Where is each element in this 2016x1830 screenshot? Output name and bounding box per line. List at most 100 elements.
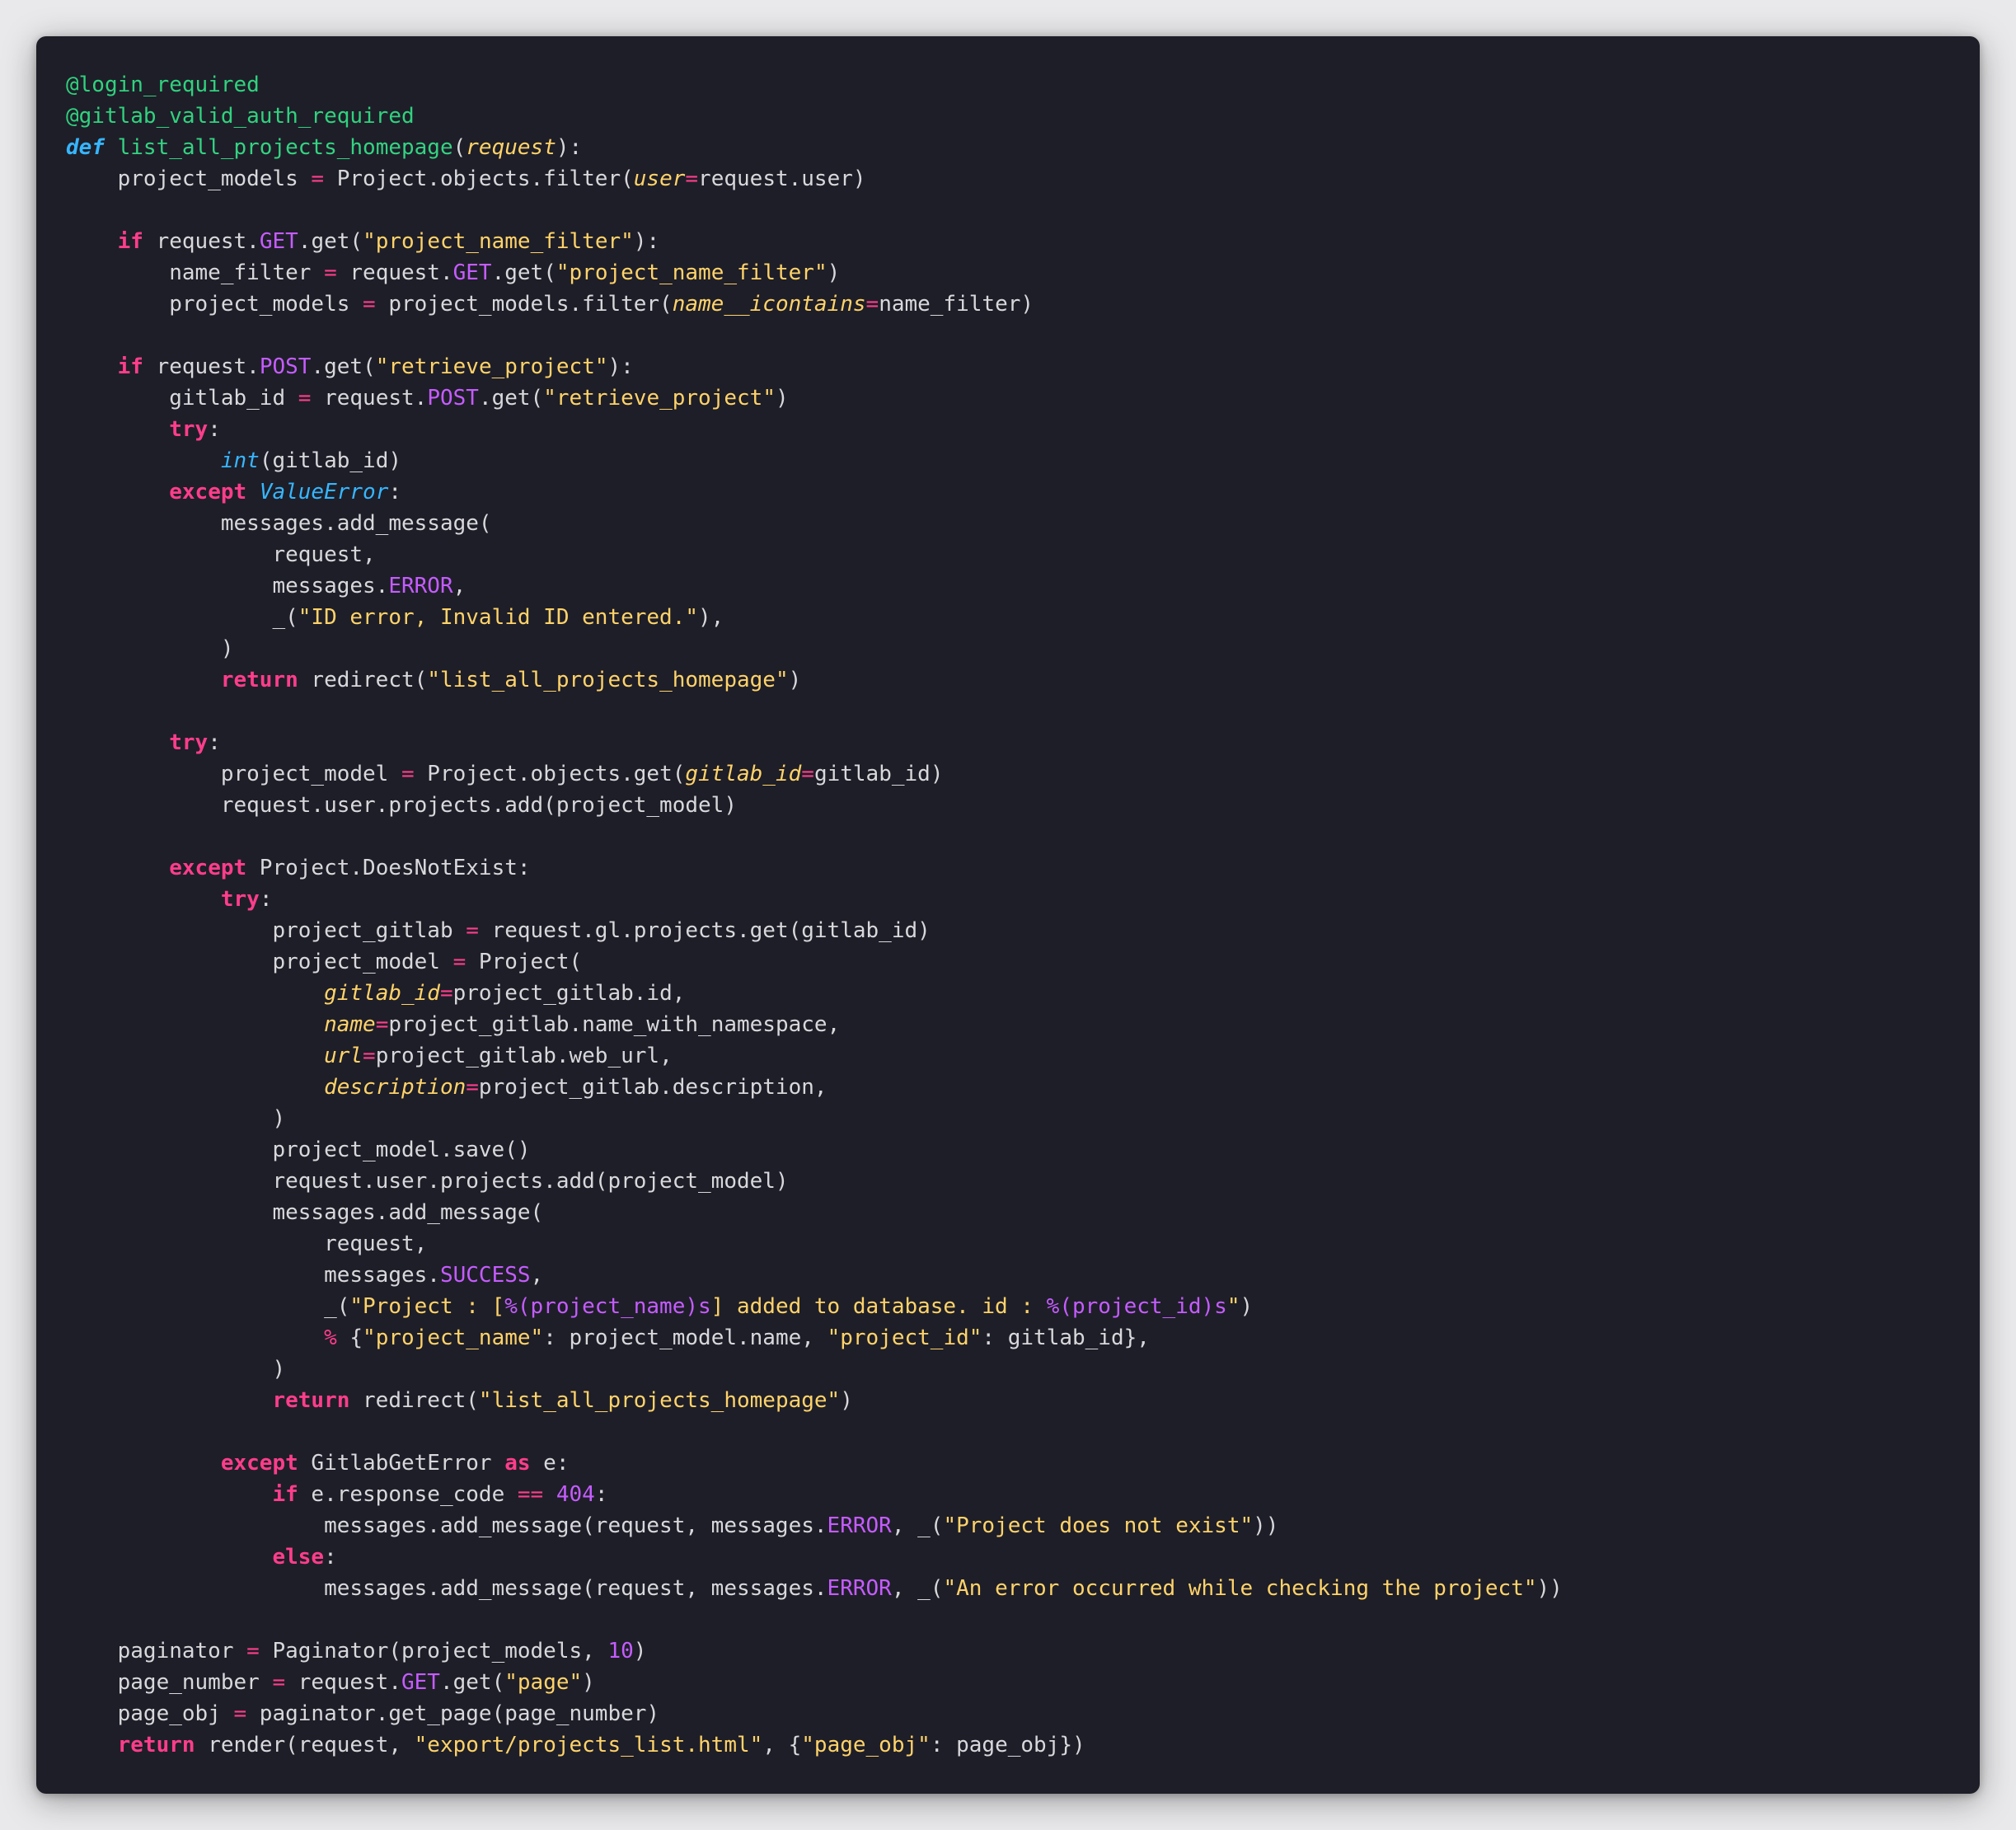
code-token: .get( [478,386,544,411]
code-token: %(project_name)s [504,1294,711,1319]
code-token: gitlab_id [685,762,802,786]
code-token: request.gl.projects.get(gitlab_id) [478,918,931,943]
code-token: if [272,1482,298,1507]
code-token: ERROR [827,1576,892,1601]
code-token: = [466,1075,479,1100]
code-token: = [311,167,325,191]
code-line: request, [66,1228,1563,1260]
code-token: = [324,260,337,285]
code-line: try: [66,414,1563,445]
code-line: gitlab_id=project_gitlab.id, [66,978,1563,1009]
code-token: .get( [298,229,363,254]
code-line: project_model.save() [66,1134,1563,1166]
code-token: Project.DoesNotExist: [246,856,531,880]
code-token: project_model [66,762,401,786]
code-token: ) [66,1357,286,1382]
code-line: messages.add_message( [66,508,1563,539]
code-token: int [220,448,260,473]
code-token: Project.objects.filter( [324,167,634,191]
code-token: messages.add_message(request, messages. [66,1513,827,1538]
code-token: name [324,1012,376,1037]
code-token: : [388,480,402,504]
code-token: request. [285,1670,401,1695]
code-token: project_model [66,950,453,974]
code-token: request, [66,542,376,567]
code-token: gitlab_id [324,981,440,1006]
code-token: messages. [66,1263,440,1288]
code-token: (gitlab_id) [259,448,401,473]
code-token: request.user.projects.add(project_model) [66,793,737,818]
code-token: project_gitlab.description, [478,1075,827,1100]
code-line: else: [66,1541,1563,1573]
code-token: page_obj [66,1701,234,1726]
code-token: project_model.save() [66,1138,531,1162]
code-token: ) [775,386,789,411]
code-token: ) [1240,1294,1254,1319]
code-line: return redirect("list_all_projects_homep… [66,1385,1563,1416]
code-token: GET [259,229,298,254]
code-token: _( [66,1294,350,1319]
code-token: "An error occurred while checking the pr… [943,1576,1537,1601]
code-line: project_model = Project( [66,946,1563,978]
code-token: : [208,417,221,442]
code-line: messages.add_message(request, messages.E… [66,1573,1563,1604]
code-token: = [452,950,466,974]
code-token: return [220,668,298,692]
code-token: _( [66,605,298,630]
code-token: : page_obj}) [930,1733,1085,1757]
code-token: except [220,1451,298,1476]
code-token: "Project does not exist" [943,1513,1254,1538]
code-line: project_gitlab = request.gl.projects.get… [66,915,1563,946]
code-line: messages.SUCCESS, [66,1260,1563,1291]
code-token: = [363,1044,376,1068]
code-line: name_filter = request.GET.get("project_n… [66,257,1563,289]
code-line: int(gitlab_id) [66,445,1563,476]
code-token: ValueError [259,480,389,504]
code-token: paginator.get_page(page_number) [246,1701,660,1726]
code-token: GitlabGetError [298,1451,505,1476]
code-token: : gitlab_id}, [982,1326,1150,1350]
code-token: "ID error, Invalid ID entered." [298,605,699,630]
code-token: render(request, [195,1733,415,1757]
code-token: @gitlab_valid_auth_required [66,104,415,129]
code-token: ) [66,1106,286,1131]
code-token: request. [143,229,260,254]
code-token: GET [401,1670,440,1695]
code-token: ): [607,354,634,379]
code-line: % {"project_name": project_model.name, "… [66,1322,1563,1354]
code-line: request, [66,539,1563,570]
code-line: def list_all_projects_homepage(request): [66,132,1563,163]
code-token: request. [336,260,453,285]
code-token: = [401,762,415,786]
code-line: description=project_gitlab.description, [66,1072,1563,1103]
code-line: except ValueError: [66,476,1563,508]
code-token: = [298,386,312,411]
code-line: _("ID error, Invalid ID entered."), [66,602,1563,633]
code-line: request.user.projects.add(project_model) [66,790,1563,821]
code-token: description [324,1075,466,1100]
code-token: ) [66,636,234,661]
code-token: : [208,730,221,755]
code-token: except [169,856,247,880]
code-line: name=project_gitlab.name_with_namespace, [66,1009,1563,1040]
code-token: gitlab_id [66,386,298,411]
code-line: ) [66,1354,1563,1385]
code-token: except [169,480,247,504]
code-line: _("Project : [%(project_name)s] added to… [66,1291,1563,1322]
code-line: page_obj = paginator.get_page(page_numbe… [66,1698,1563,1729]
code-line: try: [66,727,1563,758]
code-line: page_number = request.GET.get("page") [66,1667,1563,1698]
code-line: return render(request, "export/projects_… [66,1729,1563,1761]
